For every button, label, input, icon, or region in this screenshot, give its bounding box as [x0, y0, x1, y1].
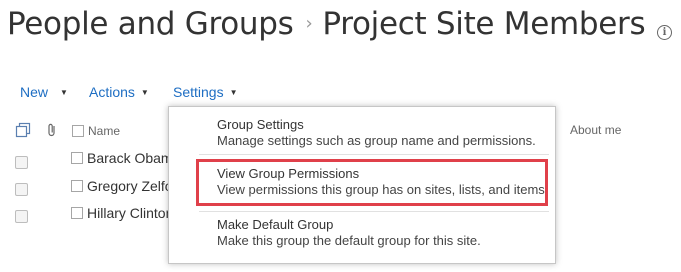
breadcrumb-separator-icon: ›: [305, 13, 313, 34]
breadcrumb-root[interactable]: People and Groups: [7, 6, 294, 42]
column-header-name[interactable]: Name: [88, 124, 120, 138]
new-menu-button[interactable]: New ▼: [20, 84, 68, 100]
page-title: People and Groups › Project Site Members: [7, 6, 646, 42]
menu-item-group-settings[interactable]: Group Settings Manage settings such as g…: [217, 117, 536, 149]
menu-divider: [199, 154, 549, 155]
actions-menu-label: Actions: [89, 84, 135, 100]
toolbar: New ▼ Actions ▼ Settings ▼: [0, 84, 681, 104]
person-name[interactable]: Hillary Clinton: [87, 205, 173, 221]
presence-checkbox: [71, 207, 83, 219]
settings-menu-label: Settings: [173, 84, 224, 100]
attachment-icon: [47, 123, 57, 142]
column-header-about[interactable]: About me: [570, 123, 621, 137]
presence-checkbox: [71, 180, 83, 192]
chevron-down-icon: ▼: [140, 88, 149, 97]
menu-item-title: Group Settings: [217, 117, 304, 132]
page-title-text: Project Site Members: [322, 6, 646, 42]
name-column-checkbox[interactable]: [72, 125, 84, 137]
row-select-checkbox[interactable]: [15, 156, 28, 169]
person-name[interactable]: Barack Obama: [87, 150, 180, 166]
new-menu-label: New: [20, 84, 49, 100]
menu-item-description: Make this group the default group for th…: [217, 233, 481, 248]
menu-item-view-group-permissions[interactable]: View Group Permissions View permissions …: [217, 166, 548, 198]
menu-divider: [199, 211, 549, 212]
row-select-checkbox[interactable]: [15, 183, 28, 196]
chevron-down-icon: ▼: [229, 88, 238, 97]
presence-checkbox: [71, 152, 83, 164]
menu-item-make-default-group[interactable]: Make Default Group Make this group the d…: [217, 217, 481, 249]
select-all-icon[interactable]: [15, 122, 31, 143]
settings-dropdown-menu: Group Settings Manage settings such as g…: [168, 106, 556, 264]
menu-item-title: View Group Permissions: [217, 166, 360, 181]
row-select-checkbox[interactable]: [15, 210, 28, 223]
actions-menu-button[interactable]: Actions ▼: [89, 84, 149, 100]
person-name[interactable]: Gregory Zelfo: [87, 178, 173, 194]
menu-item-title: Make Default Group: [217, 217, 334, 232]
settings-menu-button[interactable]: Settings ▼: [173, 84, 238, 100]
menu-item-description: Manage settings such as group name and p…: [217, 133, 536, 148]
chevron-down-icon: ▼: [60, 88, 68, 97]
menu-item-description: View permissions this group has on sites…: [217, 182, 549, 197]
info-icon[interactable]: i: [657, 25, 672, 40]
